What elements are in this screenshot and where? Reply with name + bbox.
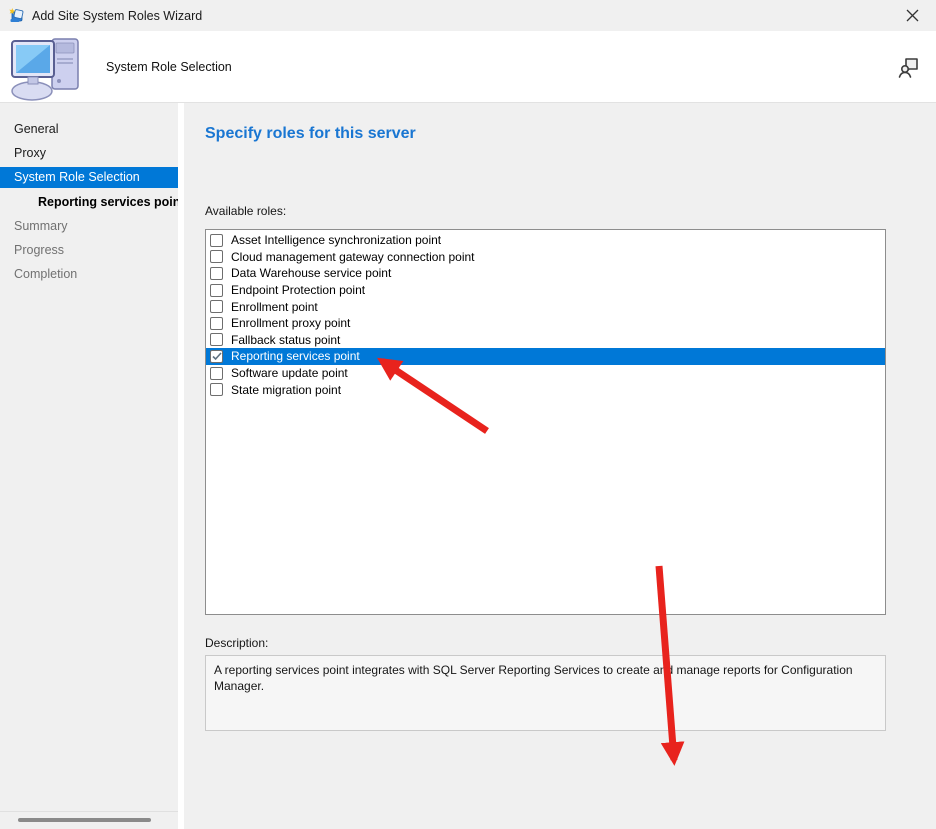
role-row-enrollment-point[interactable]: Enrollment point (206, 298, 885, 315)
role-row-enrollment-proxy-point[interactable]: Enrollment proxy point (206, 315, 885, 332)
sidebar-scrollbar-track (0, 811, 178, 812)
role-row-fallback-status-point[interactable]: Fallback status point (206, 332, 885, 349)
description-label: Description: (205, 636, 268, 650)
sidebar-item-completion[interactable]: Completion (0, 262, 178, 286)
checkbox-checked-icon[interactable] (210, 350, 223, 363)
wizard-page-content: Specify roles for this server Available … (184, 103, 936, 829)
sidebar-item-reporting-services-point[interactable]: Reporting services point (0, 190, 178, 214)
checkbox-unchecked-icon[interactable] (210, 284, 223, 297)
page-heading: Specify roles for this server (205, 125, 416, 143)
wizard-steps-sidebar: GeneralProxySystem Role SelectionReporti… (0, 103, 178, 829)
role-label: Endpoint Protection point (231, 283, 365, 297)
page-title: System Role Selection (106, 60, 232, 74)
sidebar-item-general[interactable]: General (0, 117, 178, 141)
checkbox-unchecked-icon[interactable] (210, 234, 223, 247)
role-label: Fallback status point (231, 333, 340, 347)
role-label: Data Warehouse service point (231, 266, 391, 280)
role-row-reporting-services-point[interactable]: Reporting services point (206, 348, 885, 365)
title-bar: Add Site System Roles Wizard (0, 0, 936, 31)
wizard-app-icon (8, 7, 25, 24)
sidebar-item-summary[interactable]: Summary (0, 214, 178, 238)
role-label: Asset Intelligence synchronization point (231, 233, 441, 247)
sidebar-item-proxy[interactable]: Proxy (0, 141, 178, 165)
checkbox-unchecked-icon[interactable] (210, 383, 223, 396)
role-row-cloud-management-gateway-connection-point[interactable]: Cloud management gateway connection poin… (206, 249, 885, 266)
role-label: Enrollment point (231, 300, 318, 314)
role-label: Reporting services point (231, 349, 360, 363)
role-label: Software update point (231, 366, 348, 380)
close-icon (906, 9, 919, 22)
description-text: A reporting services point integrates wi… (214, 662, 862, 694)
role-row-data-warehouse-service-point[interactable]: Data Warehouse service point (206, 265, 885, 282)
role-label: Cloud management gateway connection poin… (231, 250, 475, 264)
role-row-state-migration-point[interactable]: State migration point (206, 381, 885, 398)
role-row-software-update-point[interactable]: Software update point (206, 365, 885, 382)
sidebar-horizontal-scrollbar-thumb[interactable] (18, 818, 151, 822)
sidebar-item-progress[interactable]: Progress (0, 238, 178, 262)
checkbox-unchecked-icon[interactable] (210, 317, 223, 330)
wizard-header: System Role Selection (0, 31, 936, 103)
wizard-window: Add Site System Roles Wizard System Role… (0, 0, 936, 829)
available-roles-label: Available roles: (205, 204, 286, 218)
checkbox-unchecked-icon[interactable] (210, 333, 223, 346)
checkbox-unchecked-icon[interactable] (210, 300, 223, 313)
checkbox-unchecked-icon[interactable] (210, 250, 223, 263)
available-roles-listbox[interactable]: Asset Intelligence synchronization point… (205, 229, 886, 615)
role-row-endpoint-protection-point[interactable]: Endpoint Protection point (206, 282, 885, 299)
description-box: A reporting services point integrates wi… (205, 655, 886, 731)
checkbox-unchecked-icon[interactable] (210, 367, 223, 380)
checkbox-unchecked-icon[interactable] (210, 267, 223, 280)
role-label: State migration point (231, 383, 341, 397)
role-label: Enrollment proxy point (231, 316, 350, 330)
feedback-button[interactable] (896, 55, 922, 81)
window-title: Add Site System Roles Wizard (32, 9, 202, 23)
close-button[interactable] (892, 0, 932, 31)
person-flag-icon (897, 55, 921, 79)
sidebar-item-system-role-selection[interactable]: System Role Selection (0, 167, 178, 188)
computer-icon (6, 33, 94, 103)
role-row-asset-intelligence-synchronization-point[interactable]: Asset Intelligence synchronization point (206, 232, 885, 249)
